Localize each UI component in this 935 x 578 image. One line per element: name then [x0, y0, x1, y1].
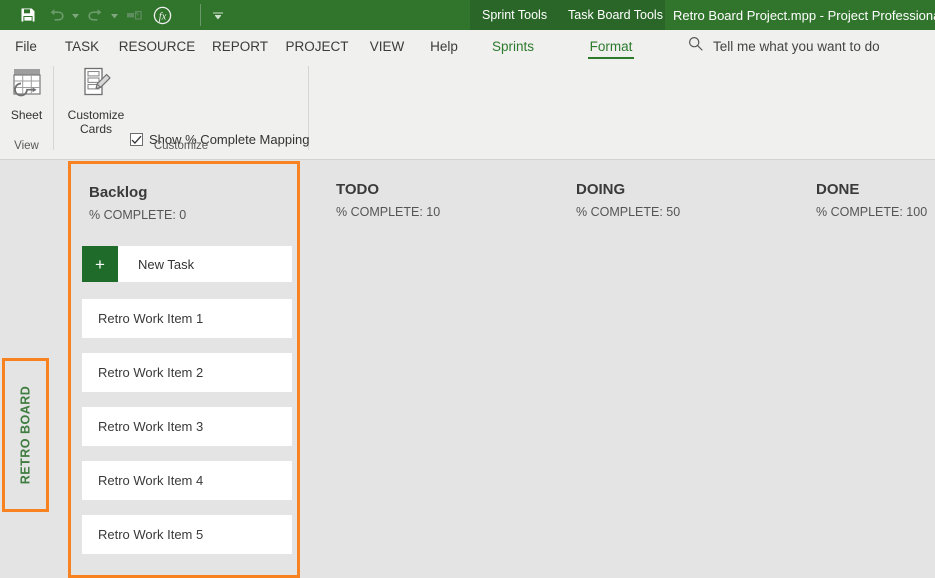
tab-file[interactable]: File: [10, 30, 42, 62]
undo-dropdown-icon[interactable]: [70, 2, 81, 28]
column-header: TODO % COMPLETE: 10: [318, 161, 556, 220]
redo-dropdown-icon[interactable]: [109, 2, 120, 28]
redo-icon[interactable]: [81, 2, 109, 28]
document-title: Retro Board Project.mpp - Project Profes…: [673, 7, 935, 23]
tab-view[interactable]: VIEW: [366, 30, 408, 62]
board-column-backlog[interactable]: Backlog % COMPLETE: 0 + New Task Retro W…: [68, 161, 300, 578]
contextual-tab-sprint-tools[interactable]: Sprint Tools: [482, 0, 547, 30]
retro-board-side-tab[interactable]: RETRO BOARD: [2, 358, 49, 512]
function-icon[interactable]: fx: [148, 2, 176, 28]
tab-task[interactable]: TASK: [58, 30, 106, 62]
tab-project[interactable]: PROJECT: [283, 30, 351, 62]
sheet-button[interactable]: Sheet: [0, 66, 53, 122]
board-column-todo[interactable]: TODO % COMPLETE: 10: [318, 161, 556, 220]
column-percent-complete: % COMPLETE: 50: [576, 205, 681, 219]
ribbon-content: Sheet Customize Cards Show % Complete Ma…: [0, 62, 935, 160]
task-card[interactable]: Retro Work Item 4: [82, 461, 292, 500]
ribbon-tab-strip: File TASK RESOURCE REPORT PROJECT VIEW H…: [0, 30, 935, 62]
sheet-icon: [9, 66, 45, 105]
save-icon[interactable]: [14, 2, 42, 28]
customize-quick-access-toolbar-icon[interactable]: [204, 0, 232, 30]
column-title: TODO: [336, 181, 380, 198]
column-title: DOING: [576, 181, 626, 198]
tell-me-placeholder: Tell me what you want to do: [713, 38, 880, 54]
board-column-done[interactable]: DONE % COMPLETE: 100: [798, 161, 935, 220]
new-task-label: New Task: [138, 256, 195, 272]
task-board: RETRO BOARD Backlog % COMPLETE: 0 + New …: [0, 161, 935, 578]
column-title: DONE: [816, 181, 860, 198]
tab-report[interactable]: REPORT: [210, 30, 270, 62]
contextual-tab-task-board-tools[interactable]: Task Board Tools: [568, 0, 663, 30]
column-header: Backlog % COMPLETE: 0: [71, 164, 297, 223]
tab-help[interactable]: Help: [425, 30, 463, 62]
task-card[interactable]: Retro Work Item 3: [82, 407, 292, 446]
customize-cards-label-line1: Customize: [67, 108, 125, 122]
link-tasks-icon[interactable]: [120, 2, 148, 28]
tab-resource[interactable]: RESOURCE: [116, 30, 198, 62]
group-title-view: View: [14, 140, 39, 152]
column-percent-complete: % COMPLETE: 10: [336, 205, 441, 219]
group-title-customize: Customize: [153, 140, 209, 152]
column-header: DOING % COMPLETE: 50: [558, 161, 796, 220]
tab-format[interactable]: Format: [588, 30, 634, 62]
svg-text:fx: fx: [158, 11, 166, 22]
column-percent-complete: % COMPLETE: 100: [816, 205, 928, 219]
customize-cards-label-line2: Cards: [79, 122, 112, 136]
sheet-button-label: Sheet: [10, 108, 43, 122]
task-card[interactable]: Retro Work Item 1: [82, 299, 292, 338]
board-column-doing[interactable]: DOING % COMPLETE: 50: [558, 161, 796, 220]
undo-icon[interactable]: [42, 2, 70, 28]
new-task-button[interactable]: + New Task: [82, 246, 292, 282]
column-percent-complete: % COMPLETE: 0: [89, 208, 187, 222]
title-bar: fx Sprint Tools Task Board Tools Retro B…: [0, 0, 935, 30]
tab-sprints[interactable]: Sprints: [487, 30, 539, 62]
tell-me-search[interactable]: Tell me what you want to do: [688, 30, 880, 62]
qat-separator: [200, 4, 201, 26]
task-card[interactable]: Retro Work Item 5: [82, 515, 292, 554]
plus-icon: +: [82, 246, 118, 282]
retro-board-side-tab-label: RETRO BOARD: [18, 385, 33, 485]
quick-access-toolbar: fx: [0, 0, 176, 30]
search-icon: [688, 36, 703, 56]
customize-cards-button[interactable]: Customize Cards: [60, 66, 132, 136]
task-card[interactable]: Retro Work Item 2: [82, 353, 292, 392]
column-title: Backlog: [89, 184, 148, 201]
group-separator: [53, 66, 54, 150]
customize-cards-icon: [78, 66, 114, 105]
column-cards: + New Task Retro Work Item 1 Retro Work …: [82, 246, 292, 569]
column-header: DONE % COMPLETE: 100: [798, 161, 935, 220]
